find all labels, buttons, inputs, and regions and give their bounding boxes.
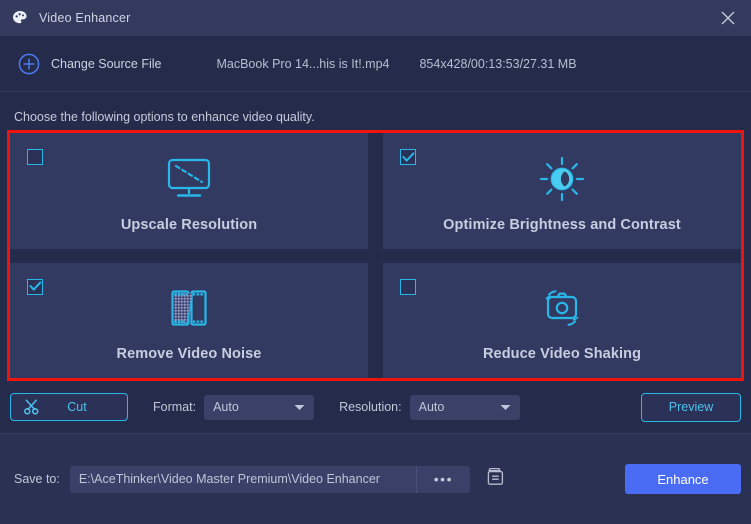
option-label-optimize-brightness: Optimize Brightness and Contrast (443, 216, 681, 233)
option-card-upscale-resolution[interactable]: Upscale Resolution (10, 133, 368, 249)
checkbox-reduce-video-shaking[interactable] (400, 278, 416, 295)
sun-brightness-icon (536, 153, 588, 205)
window-title: Video Enhancer (39, 11, 131, 25)
resolution-field: Resolution: Auto (339, 394, 520, 420)
checkbox-optimize-brightness[interactable] (400, 149, 416, 165)
checkbox-remove-video-noise[interactable] (27, 278, 43, 295)
video-enhancer-window: Video Enhancer Change Source File MacBoo… (0, 0, 751, 524)
save-bar: Save to: E:\AceThinker\Video Master Prem… (0, 433, 751, 524)
source-file-name: MacBook Pro 14...his is It!.mp4 (216, 56, 390, 71)
source-file-meta: 854x428/00:13:53/27.31 MB (419, 56, 577, 71)
close-icon (720, 10, 736, 26)
source-file-bar: Change Source File MacBook Pro 14...his … (0, 36, 751, 92)
camera-stabilize-icon (535, 282, 589, 334)
checkbox-upscale-resolution[interactable] (27, 149, 43, 165)
enhance-button[interactable]: Enhance (625, 464, 741, 494)
instruction-text: Choose the following options to enhance … (14, 110, 315, 124)
film-noise-icon (163, 282, 215, 334)
format-field: Format: Auto (153, 394, 315, 420)
folder-open-icon (484, 465, 507, 493)
palette-icon (11, 9, 29, 27)
cut-button[interactable]: Cut (10, 393, 128, 421)
enhance-button-label: Enhance (657, 471, 709, 487)
option-label-reduce-video-shaking: Reduce Video Shaking (482, 346, 642, 363)
format-label: Format: (153, 400, 197, 414)
plus-circle-icon[interactable] (18, 53, 40, 75)
enhance-options-highlight: Upscale Resolution Optimize Brightness a… (7, 130, 744, 381)
scissors-icon (23, 398, 41, 416)
chevron-down-icon (500, 398, 511, 416)
option-card-optimize-brightness[interactable]: Optimize Brightness and Contrast (383, 133, 741, 249)
browse-button-label: ••• (433, 471, 453, 487)
monitor-upscale-icon (163, 153, 215, 205)
title-bar: Video Enhancer (0, 0, 751, 36)
save-path-input[interactable]: E:\AceThinker\Video Master Premium\Video… (69, 465, 470, 493)
option-card-reduce-video-shaking[interactable]: Reduce Video Shaking (383, 262, 741, 378)
resolution-select-value: Auto (418, 400, 445, 414)
change-source-file-button[interactable]: Change Source File (51, 57, 161, 71)
cut-button-label: Cut (67, 400, 87, 414)
save-path-value: E:\AceThinker\Video Master Premium\Video… (78, 472, 380, 486)
format-select[interactable]: Auto (204, 394, 315, 420)
option-label-remove-video-noise: Remove Video Noise (116, 346, 262, 363)
close-button[interactable] (705, 0, 751, 36)
option-label-upscale-resolution: Upscale Resolution (120, 216, 258, 233)
checkmark-icon (28, 281, 41, 291)
browse-button[interactable]: ••• (415, 465, 470, 493)
checkmark-icon (401, 151, 414, 162)
option-card-remove-video-noise[interactable]: Remove Video Noise (10, 262, 368, 378)
resolution-select[interactable]: Auto (409, 394, 520, 420)
enhance-options-grid: Upscale Resolution Optimize Brightness a… (10, 133, 741, 378)
options-toolbar: Cut Format: Auto Resolution: Auto Previe… (0, 381, 751, 433)
chevron-down-icon (294, 398, 305, 416)
save-to-label: Save to: (14, 472, 60, 486)
open-folder-button[interactable] (483, 466, 509, 492)
preview-button-label: Preview (668, 400, 714, 414)
preview-button[interactable]: Preview (641, 392, 741, 422)
format-select-value: Auto (213, 400, 239, 414)
resolution-label: Resolution: (339, 400, 402, 414)
